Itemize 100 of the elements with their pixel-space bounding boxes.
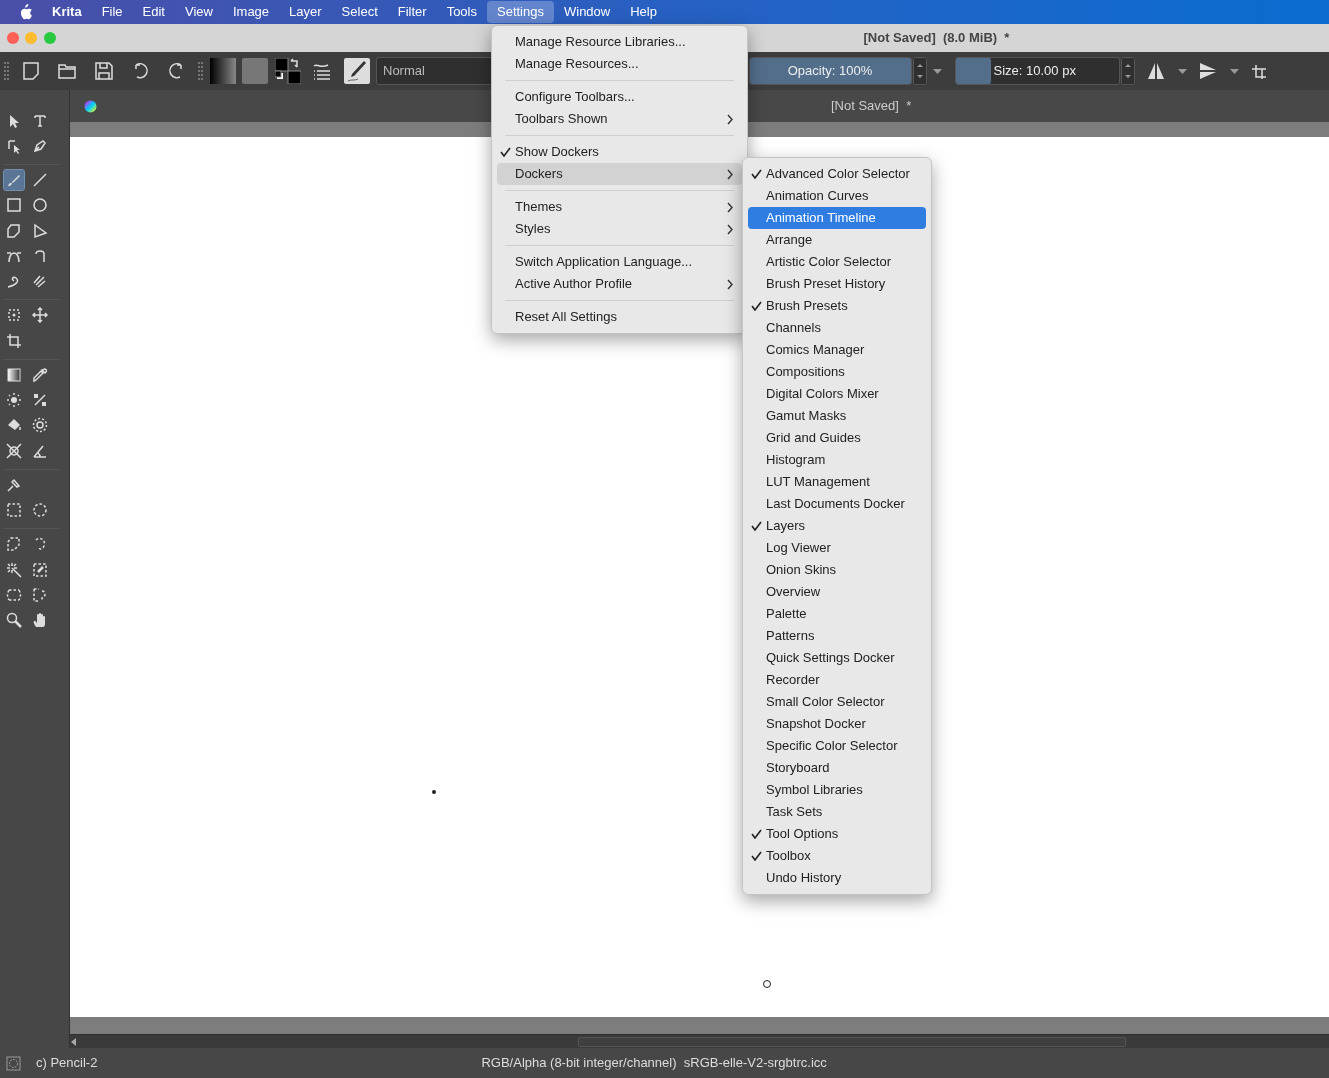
save-icon[interactable] [93,61,114,81]
menu-item[interactable]: Tools [436,1,487,23]
transform-icon[interactable] [6,307,23,324]
percent-icon[interactable] [31,392,48,408]
menu-item[interactable]: Compositions [748,361,926,383]
spin-buttons-icon[interactable] [912,57,927,85]
opacity-slider[interactable]: Opacity: 100% [748,57,912,85]
ellipse-selection-icon[interactable] [31,502,48,518]
mirror-horizontal-icon[interactable] [1146,61,1166,81]
menu-item[interactable]: Gamut Masks [748,405,926,427]
eyedropper-icon[interactable] [31,366,48,383]
magic-wand-icon[interactable] [6,561,23,578]
scrollbar-thumb[interactable] [578,1036,1126,1047]
search-icon[interactable] [6,612,23,628]
menu-item[interactable]: Symbol Libraries [748,779,926,801]
menu-item[interactable]: Image [222,1,280,23]
menu-item[interactable]: Animation Curves [748,185,926,207]
multibrush-icon[interactable] [31,273,48,289]
menu-item[interactable]: File [91,1,133,23]
menu-item[interactable]: Animation Timeline [748,207,926,229]
menu-item[interactable]: Reset All Settings [497,306,742,328]
menu-item[interactable]: Patterns [748,625,926,647]
brush-options-icon[interactable] [312,61,332,81]
pattern-swatch[interactable] [242,58,268,84]
menu-item[interactable]: Brush Preset History [748,273,926,295]
polygon-selection-icon[interactable] [6,536,23,553]
menu-item[interactable]: Layers [748,515,926,537]
menu-item[interactable]: Last Documents Docker [748,493,926,515]
mirror-vertical-icon[interactable] [1198,61,1218,81]
color-swatches-icon[interactable] [274,58,301,84]
menu-item[interactable]: Themes [497,196,742,218]
menu-item[interactable]: Storyboard [748,757,926,779]
menu-item[interactable]: LUT Management [748,471,926,493]
menu-item[interactable]: Grid and Guides [748,427,926,449]
menu-item[interactable]: Filter [387,1,437,23]
menu-item[interactable]: Window [554,1,621,23]
text-icon[interactable] [31,112,48,129]
gradient-swatch[interactable] [209,58,236,84]
pen-nib-icon[interactable] [31,137,48,154]
menu-item[interactable]: Edit [132,1,175,23]
line-icon[interactable] [31,172,48,188]
menu-item[interactable]: Channels [748,317,926,339]
menu-item[interactable]: Toolbox [748,845,926,867]
gradient-icon[interactable] [6,366,23,383]
menu-item[interactable]: Specific Color Selector [748,735,926,757]
menu-item[interactable]: Toolbars Shown [497,108,742,130]
menu-item[interactable]: Small Color Selector [748,691,926,713]
menu-item[interactable]: Comics Manager [748,339,926,361]
menu-item[interactable]: Artistic Color Selector [748,251,926,273]
menu-item[interactable]: Switch Application Language... [497,251,742,273]
spin-buttons-icon[interactable] [1120,57,1135,85]
hand-icon[interactable] [31,612,48,628]
magnetic-selection-icon[interactable] [31,586,48,603]
rectangle-icon[interactable] [6,197,23,214]
rectangle-selection-icon[interactable] [6,502,23,518]
brush-preset-icon[interactable] [343,58,370,84]
menu-item[interactable]: Layer [279,1,332,23]
menu-item[interactable]: Configure Toolbars... [497,86,742,108]
menu-item[interactable]: Log Viewer [748,537,926,559]
crossed-circle-icon[interactable] [6,442,23,459]
menu-item[interactable]: Quick Settings Docker [748,647,926,669]
menu-item[interactable]: Digital Colors Mixer [748,383,926,405]
menu-item[interactable]: Onion Skins [748,559,926,581]
menu-item[interactable]: Overview [748,581,926,603]
menu-item[interactable]: Recorder [748,669,926,691]
app-name[interactable]: Krita [42,1,92,23]
menu-item[interactable]: Styles [497,218,742,240]
caret-icon[interactable] [933,68,942,74]
color-selection-icon[interactable] [31,561,48,578]
menu-item[interactable]: View [175,1,223,23]
menu-item[interactable]: Undo History [748,867,926,889]
move-icon[interactable] [31,307,48,324]
menu-item[interactable]: Manage Resources... [497,53,742,75]
menu-item[interactable]: Tool Options [748,823,926,845]
menu-item[interactable]: Advanced Color Selector [748,163,926,185]
menu-item[interactable]: Settings [487,1,554,23]
circle-icon[interactable] [31,197,48,214]
menu-item[interactable]: Snapshot Docker [748,713,926,735]
crop-icon[interactable] [6,332,23,349]
menu-item[interactable]: Palette [748,603,926,625]
menu-item[interactable]: Dockers [497,163,742,185]
polygon-icon[interactable] [6,222,23,239]
menu-item[interactable]: Manage Resource Libraries... [497,31,742,53]
document-tab[interactable]: [Not Saved] * [831,96,912,116]
menu-item[interactable]: Show Dockers [497,141,742,163]
size-slider[interactable]: Size: 10.00 px [954,57,1120,85]
new-document-icon[interactable] [20,61,41,81]
menu-item[interactable]: Active Author Profile [497,273,742,295]
menu-item[interactable]: Select [331,1,388,23]
dashed-circle-icon[interactable] [31,417,48,434]
caret-icon[interactable] [1229,68,1239,74]
caret-icon[interactable] [1177,68,1187,74]
menu-item[interactable]: Brush Presets [748,295,926,317]
folder-icon[interactable] [57,61,77,81]
polyline-icon[interactable] [31,222,48,239]
menu-item[interactable]: Task Sets [748,801,926,823]
bezier-selection-icon[interactable] [6,586,23,603]
menu-item[interactable]: Histogram [748,449,926,471]
menu-item[interactable]: Help [620,1,667,23]
menu-item[interactable]: Arrange [748,229,926,251]
